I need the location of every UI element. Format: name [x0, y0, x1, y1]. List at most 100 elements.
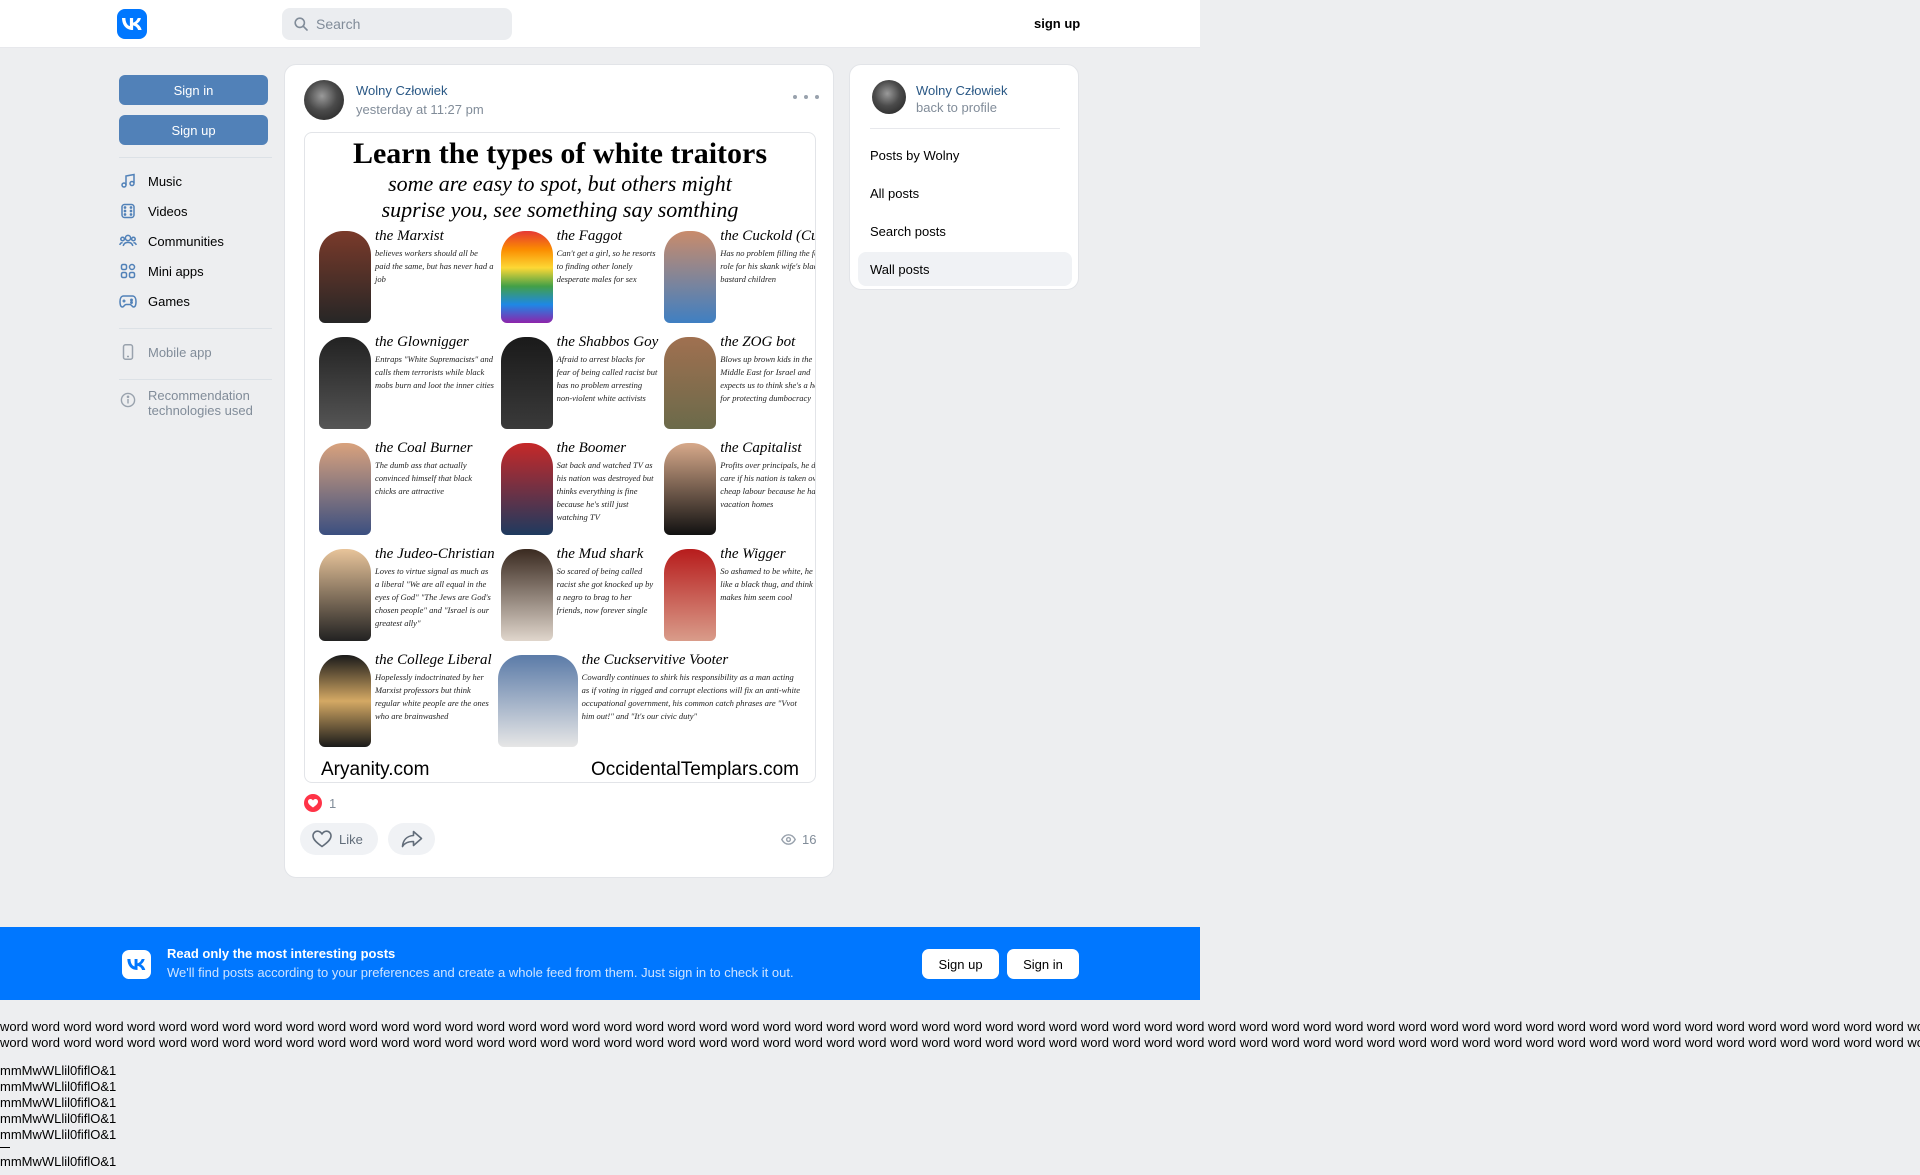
image-footer-right: OccidentalTemplars.com — [590, 759, 799, 780]
nav-item-label: Mobile app — [148, 344, 212, 360]
promo-signup-button[interactable]: Sign up — [922, 949, 999, 979]
profile-avatar[interactable] — [872, 80, 906, 114]
post-image[interactable]: Learn the types of white traitors some a… — [304, 132, 816, 783]
left-navigation: Sign in Sign up Music Videos Communities… — [119, 75, 272, 422]
back-to-profile-link[interactable]: back to profile — [916, 100, 997, 115]
video-icon — [119, 202, 137, 220]
search-input[interactable] — [316, 16, 506, 32]
menu-item-posts-by-wolny[interactable]: Posts by Wolny — [858, 138, 1072, 172]
search-box[interactable] — [282, 8, 512, 40]
share-button[interactable] — [388, 823, 435, 855]
phone-icon — [119, 343, 137, 361]
divider-line — [0, 1147, 10, 1148]
nav-item-label: Games — [148, 293, 190, 309]
menu-item-search-posts[interactable]: Search posts — [858, 214, 1072, 248]
panel-divider — [870, 128, 1060, 129]
glyph-line: mmMwWLlil0fiflO&1 — [0, 1063, 117, 1078]
search-icon — [294, 17, 308, 31]
right-panel: Wolny Człowiek back to profile Posts by … — [849, 64, 1079, 290]
share-icon — [401, 830, 422, 848]
image-last-row: the College Liberal Hopelessly indoctrina… — [319, 651, 801, 751]
more-options-icon[interactable] — [793, 89, 819, 105]
author-avatar[interactable] — [304, 80, 344, 120]
image-cell: the Boomer Sat back and watched TV as his… — [500, 439, 659, 537]
promo-signin-button[interactable]: Sign in — [1007, 949, 1079, 979]
image-cell: the WiggerSo ashamed to be white, he act… — [664, 545, 815, 643]
font-test-text: word word word word word word word word … — [0, 1019, 1920, 1051]
image-cell: the Glownigger Entraps "White Supremacist… — [319, 333, 495, 431]
vk-logo-icon — [122, 950, 151, 979]
image-cell: the Coal Burner The dumb ass that actuall… — [319, 439, 495, 537]
nav-item-label: Communities — [148, 233, 224, 249]
like-label: Like — [339, 831, 363, 847]
nav-item-mobile-app[interactable]: Mobile app — [119, 337, 272, 367]
nav-item-videos[interactable]: Videos — [119, 196, 272, 226]
nav-item-label: Recommendation technologies used — [148, 388, 253, 418]
heart-reaction-icon — [304, 794, 322, 812]
image-footer-left: Aryanity.com — [321, 759, 430, 780]
signin-button[interactable]: Sign in — [119, 75, 268, 105]
promo-text: We'll find posts according to your prefe… — [167, 965, 794, 980]
image-cell: the Cuckold (Cuck)Has no problem filling… — [664, 227, 815, 325]
views-count: 16 — [802, 832, 817, 847]
nav-item-label: Music — [148, 173, 182, 189]
nav-divider — [119, 328, 272, 329]
like-button[interactable]: Like — [300, 823, 378, 855]
recommendation-line-2: technologies used — [148, 403, 253, 418]
heart-outline-icon — [312, 830, 332, 848]
nav-item-mini-apps[interactable]: Mini apps — [119, 256, 272, 286]
profile-name-link[interactable]: Wolny Człowiek — [916, 83, 1008, 98]
promo-banner: Read only the most interesting posts We'… — [0, 927, 1200, 1000]
image-cell: the Cuckservitive Vooter Cowardly continu… — [497, 651, 801, 749]
nav-divider — [119, 379, 272, 380]
views-counter: 16 — [781, 832, 816, 847]
nav-item-music[interactable]: Music — [119, 166, 272, 196]
eye-icon — [781, 834, 796, 845]
image-subtitle-1: some are easy to spot, but others might — [388, 171, 732, 196]
glyph-line: mmMwWLlil0fiflO&1 — [0, 1111, 117, 1126]
image-cell: the Capitalist Profits over principals, h… — [664, 439, 815, 537]
glyph-test-block: mmMwWLlil0fiflO&1 mmMwWLlil0fiflO&1 mmMw… — [0, 1063, 116, 1170]
glyph-line: mmMwWLlil0fiflO&1 — [0, 1079, 117, 1094]
nav-item-recommendation-tech[interactable]: Recommendation technologies used — [119, 388, 272, 422]
recommendation-line-1: Recommendation — [148, 388, 250, 403]
header-signup-link[interactable]: sign up — [1034, 16, 1080, 31]
gamepad-icon — [119, 292, 137, 310]
test-line: word word word word word word word word … — [0, 1019, 1920, 1034]
vk-logo-icon[interactable] — [117, 9, 147, 39]
top-header: sign up — [0, 0, 1200, 48]
nav-divider — [119, 157, 272, 158]
nav-item-label: Mini apps — [148, 263, 204, 279]
glyph-line: mmMwWLlil0fiflO&1 — [0, 1154, 117, 1169]
image-cell: the Marxist believes workers should all b… — [319, 227, 495, 325]
nav-item-games[interactable]: Games — [119, 286, 272, 316]
reactions-summary[interactable]: 1 — [304, 794, 336, 812]
glyph-line: mmMwWLlil0fiflO&1 — [0, 1095, 117, 1110]
image-cell: the Mud shark So scared of being called r… — [500, 545, 659, 643]
image-cell: the Judeo-Christian Loves to virtue signa… — [319, 545, 495, 643]
test-line: word word word word word word word word … — [0, 1035, 1920, 1050]
image-title: Learn the types of white traitors — [352, 137, 768, 170]
image-cell: the Shabbos Goy Afraid to arrest blacks f… — [500, 333, 658, 431]
post-timestamp[interactable]: yesterday at 11:27 pm — [356, 102, 484, 117]
signup-button[interactable]: Sign up — [119, 115, 268, 145]
image-grid: the Marxist believes workers should all b… — [319, 227, 815, 643]
info-icon — [119, 391, 137, 409]
post-author-link[interactable]: Wolny Człowiek — [356, 83, 448, 98]
nav-item-label: Videos — [148, 203, 188, 219]
image-cell: the ZOG bot Blows up brown kids in the Mi… — [664, 333, 815, 431]
image-subtitle-2: suprise you, see something say somthing — [381, 197, 739, 222]
nav-item-communities[interactable]: Communities — [119, 226, 272, 256]
image-footer: Aryanity.com OccidentalTemplars.com — [319, 759, 801, 781]
post-card: Wolny Człowiek yesterday at 11:27 pm Lea… — [284, 64, 834, 878]
glyph-line: mmMwWLlil0fiflO&1 — [0, 1127, 117, 1142]
posts-filter-menu: Posts by Wolny All posts Search posts Wa… — [858, 138, 1072, 290]
users-icon — [119, 232, 137, 250]
likes-count: 1 — [329, 795, 337, 811]
apps-icon — [119, 262, 137, 280]
image-cell: the College Liberal Hopelessly indoctrina… — [319, 651, 492, 749]
music-icon — [119, 172, 137, 190]
promo-title: Read only the most interesting posts — [167, 946, 396, 961]
menu-item-all-posts[interactable]: All posts — [858, 176, 1072, 210]
menu-item-wall-posts[interactable]: Wall posts — [858, 252, 1072, 286]
